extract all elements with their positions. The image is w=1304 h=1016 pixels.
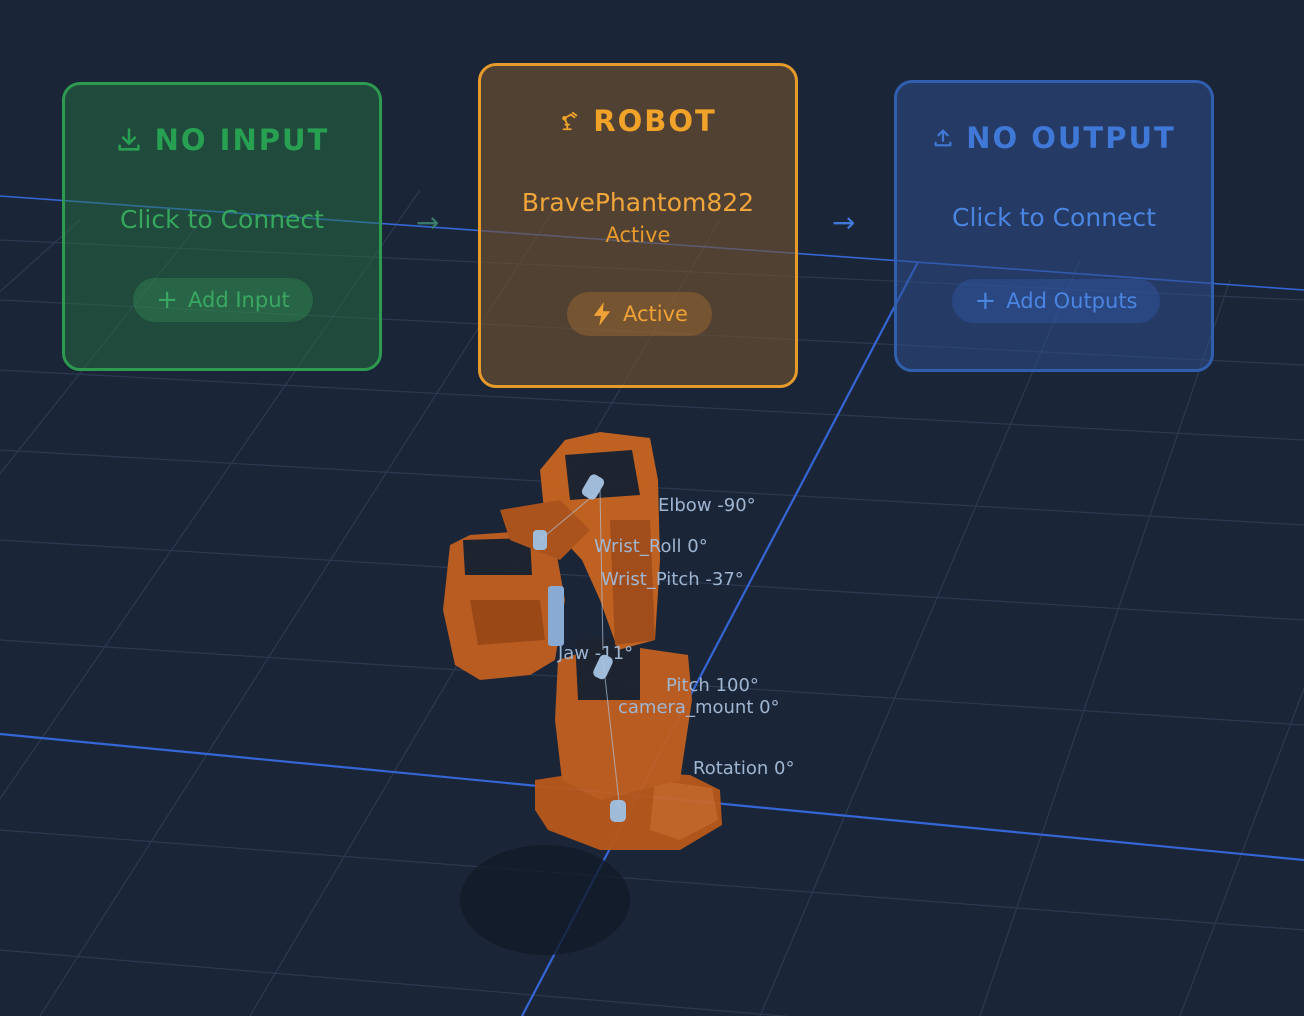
- robot-card-title: ROBOT: [481, 104, 795, 138]
- joint-label-pitch: Pitch 100°: [666, 675, 759, 696]
- joint-label-rotation: Rotation 0°: [693, 758, 795, 779]
- robot-status: Active: [605, 223, 671, 247]
- plus-icon: +: [974, 286, 997, 316]
- input-card-title: NO INPUT: [65, 123, 379, 157]
- input-card[interactable]: NO INPUT Click to Connect + Add Input: [62, 82, 382, 371]
- output-connect-text[interactable]: Click to Connect: [897, 203, 1211, 232]
- download-icon: [118, 128, 140, 151]
- robot-active-button[interactable]: Active: [567, 292, 712, 336]
- joint-label-elbow: Elbow -90°: [658, 495, 756, 516]
- input-card-title-text: NO INPUT: [154, 123, 330, 157]
- robot-active-label: Active: [623, 302, 688, 326]
- add-outputs-label: Add Outputs: [1006, 289, 1138, 313]
- add-outputs-button[interactable]: + Add Outputs: [952, 279, 1160, 323]
- joint-label-wrist-pitch: Wrist_Pitch -37°: [601, 569, 744, 590]
- connector-arrow: →: [832, 206, 856, 239]
- output-card-title: NO OUTPUT: [897, 121, 1211, 155]
- add-input-label: Add Input: [188, 288, 290, 312]
- joint-label-jaw: Jaw -11°: [558, 643, 634, 664]
- plus-icon: +: [156, 285, 179, 315]
- add-input-button[interactable]: + Add Input: [133, 278, 313, 322]
- robot-card-title-text: ROBOT: [593, 104, 717, 138]
- robot-name: BravePhantom822: [521, 188, 755, 217]
- connector-arrow: →: [416, 206, 440, 239]
- output-card-title-text: NO OUTPUT: [966, 121, 1176, 155]
- robot-card[interactable]: ROBOT BravePhantom822 Active Active: [478, 63, 798, 388]
- upload-icon: [934, 129, 952, 147]
- robot-shadow: [460, 845, 630, 955]
- joint-label-camera-mount: camera_mount 0°: [618, 697, 780, 718]
- input-connect-text[interactable]: Click to Connect: [65, 205, 379, 234]
- robot-arm-icon: [562, 111, 578, 131]
- lightning-icon: [593, 302, 611, 326]
- output-card[interactable]: NO OUTPUT Click to Connect + Add Outputs: [894, 80, 1214, 372]
- joint-label-wrist-roll: Wrist_Roll 0°: [594, 536, 708, 557]
